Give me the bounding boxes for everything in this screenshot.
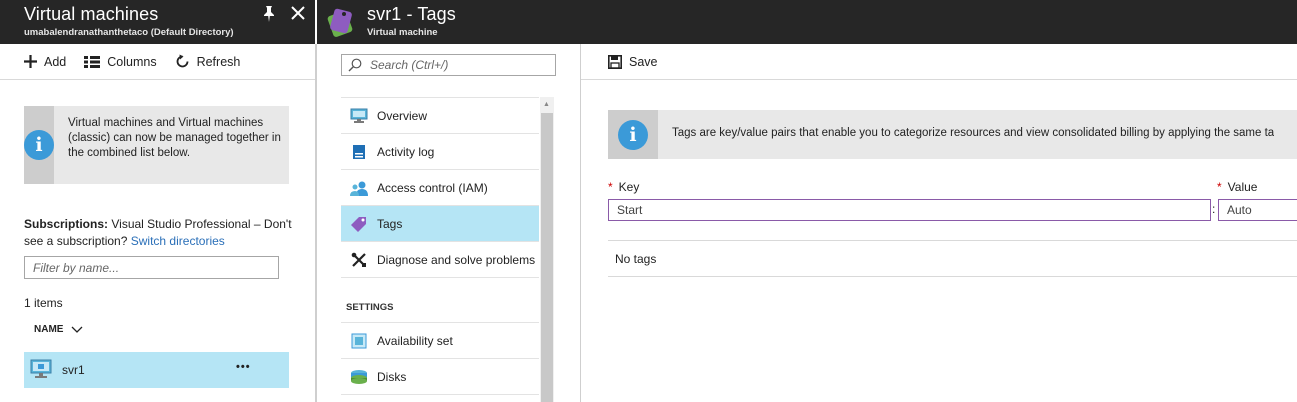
columns-icon bbox=[84, 55, 101, 68]
menu-item-label: Activity log bbox=[377, 144, 435, 159]
blade-title: Virtual machines bbox=[24, 4, 159, 24]
vm-name: svr1 bbox=[62, 363, 85, 377]
blade-divider bbox=[315, 44, 317, 402]
tags-info-box: i Tags are key/value pairs that enable y… bbox=[608, 110, 1297, 159]
value-label-text: Value bbox=[1227, 180, 1258, 194]
name-column-header[interactable]: NAME bbox=[34, 324, 83, 335]
disks-icon bbox=[350, 368, 368, 386]
scroll-up-icon[interactable]: ▲ bbox=[543, 101, 550, 108]
tools-icon bbox=[350, 251, 368, 269]
tags-divider-bottom bbox=[608, 276, 1297, 277]
monitor-icon bbox=[350, 107, 368, 125]
filter-input[interactable]: Filter by name... bbox=[24, 256, 279, 279]
columns-button[interactable]: Columns bbox=[84, 54, 157, 69]
menu-item-activity-log[interactable]: Activity log bbox=[341, 134, 539, 170]
log-icon bbox=[350, 143, 368, 161]
tags-divider-top bbox=[608, 240, 1297, 241]
menu-item-diagnose[interactable]: Diagnose and solve problems bbox=[341, 242, 539, 278]
name-column-label: NAME bbox=[34, 324, 64, 335]
tag-icon bbox=[350, 215, 368, 233]
save-icon bbox=[608, 54, 622, 69]
blade-subtitle: Virtual machine bbox=[367, 27, 438, 38]
menu-item-label: Diagnose and solve problems bbox=[377, 252, 536, 267]
menu-item-label: Availability set bbox=[377, 333, 453, 348]
table-row[interactable]: svr1 ••• bbox=[24, 352, 289, 388]
search-icon bbox=[348, 58, 362, 72]
subscriptions-info: Subscriptions: Visual Studio Professiona… bbox=[24, 216, 294, 249]
blade-header-svr1-tags: svr1 - Tags Virtual machine bbox=[317, 0, 1297, 44]
menu-item-label: Overview bbox=[377, 108, 428, 123]
columns-label: Columns bbox=[107, 54, 157, 69]
add-label: Add bbox=[44, 54, 67, 69]
blade-header-virtual-machines: Virtual machines umabalendranathanthetac… bbox=[0, 0, 315, 44]
refresh-label: Refresh bbox=[196, 54, 241, 69]
save-button[interactable]: Save bbox=[608, 55, 658, 69]
menu-item-availability-set[interactable]: Availability set bbox=[341, 323, 539, 359]
refresh-button[interactable]: Refresh bbox=[175, 54, 241, 69]
tags-info-text: Tags are key/value pairs that enable you… bbox=[672, 127, 1275, 139]
required-star: * bbox=[1217, 180, 1222, 194]
pane-divider bbox=[580, 44, 581, 402]
search-placeholder: Search (Ctrl+/) bbox=[370, 58, 449, 72]
switch-directories-link[interactable]: Switch directories bbox=[131, 234, 225, 248]
key-label-text: Key bbox=[618, 180, 640, 194]
chevron-down-icon bbox=[71, 326, 83, 333]
info-icon-wrap: i bbox=[608, 110, 658, 159]
pin-icon[interactable] bbox=[261, 5, 277, 28]
blade-subtitle: umabalendranathanthetaco (Default Direct… bbox=[24, 27, 234, 38]
info-icon: i bbox=[618, 119, 648, 150]
no-tags-text: No tags bbox=[615, 252, 657, 266]
tag-value-input[interactable]: Auto bbox=[1218, 199, 1297, 221]
users-icon bbox=[350, 179, 368, 197]
menu-item-access-control[interactable]: Access control (IAM) bbox=[341, 170, 539, 206]
menu-scrollbar[interactable]: ▲ bbox=[540, 97, 554, 402]
key-value-separator: : bbox=[1212, 202, 1216, 216]
vm-info-box: i Virtual machines and Virtual machines … bbox=[24, 106, 289, 184]
availability-icon bbox=[350, 332, 368, 350]
subscriptions-label: Subscriptions: bbox=[24, 217, 109, 231]
scrollbar-thumb[interactable] bbox=[541, 113, 553, 402]
value-label: * Value bbox=[1217, 180, 1257, 194]
save-label: Save bbox=[629, 54, 658, 69]
vm-icon bbox=[30, 359, 52, 382]
menu-item-overview[interactable]: Overview bbox=[341, 98, 539, 134]
vm-toolbar: Add Columns Refresh bbox=[0, 44, 315, 80]
settings-section-header: SETTINGS bbox=[346, 302, 394, 313]
menu-item-label: Disks bbox=[377, 369, 407, 384]
tag-key-input[interactable]: Start bbox=[608, 199, 1211, 221]
close-icon[interactable] bbox=[290, 5, 306, 26]
more-options-button[interactable]: ••• bbox=[236, 361, 251, 373]
menu-item-tags[interactable]: Tags bbox=[341, 206, 539, 242]
info-icon: i bbox=[24, 130, 54, 160]
items-count: 1 items bbox=[24, 296, 63, 310]
refresh-icon bbox=[176, 54, 188, 68]
tags-toolbar: Save bbox=[581, 44, 1297, 80]
plus-icon bbox=[24, 55, 37, 68]
add-button[interactable]: Add bbox=[24, 55, 66, 69]
key-label: * Key bbox=[608, 180, 639, 194]
menu-item-disks[interactable]: Disks bbox=[341, 359, 539, 395]
menu-item-label: Tags bbox=[377, 216, 403, 231]
blade-title: svr1 - Tags bbox=[367, 4, 456, 24]
menu-item-label: Access control (IAM) bbox=[377, 180, 488, 195]
vm-tag-icon bbox=[327, 5, 355, 40]
info-icon-wrap: i bbox=[24, 106, 54, 184]
info-text: Virtual machines and Virtual machines (c… bbox=[68, 117, 281, 159]
required-star: * bbox=[608, 180, 613, 194]
search-input[interactable]: Search (Ctrl+/) bbox=[341, 54, 556, 76]
